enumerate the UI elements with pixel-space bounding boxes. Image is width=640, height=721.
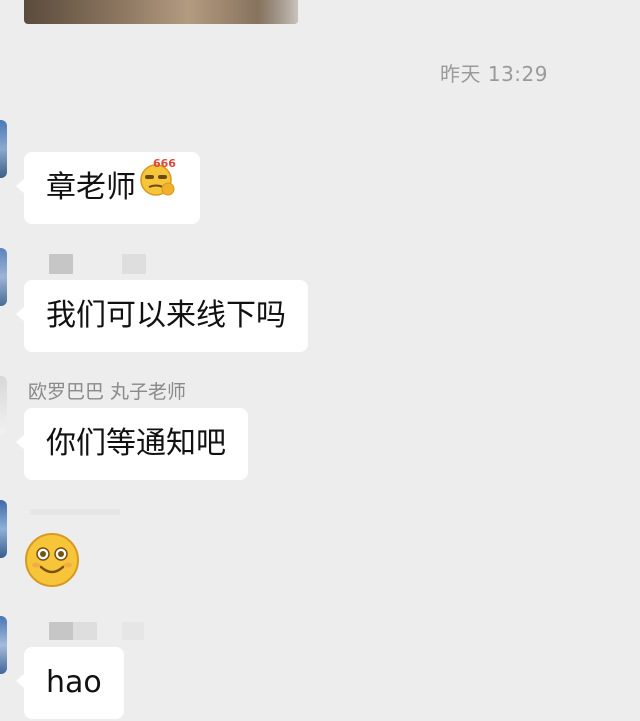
sender-avatar[interactable] bbox=[0, 500, 7, 558]
message-text: 我们可以来线下吗 bbox=[46, 298, 286, 333]
redacted-sender-name bbox=[30, 509, 120, 515]
redacted-sender-name bbox=[49, 254, 73, 274]
image-edge-shade bbox=[258, 0, 298, 24]
666-thinking-emoji-icon: 666 bbox=[138, 153, 178, 225]
sender-name: 欧罗巴巴 丸子老师 bbox=[28, 381, 187, 403]
message-bubble[interactable]: 你们等通知吧 bbox=[16, 408, 248, 480]
smiling-face-emoji-icon[interactable] bbox=[24, 532, 80, 588]
sender-avatar[interactable] bbox=[0, 376, 7, 434]
shared-image-thumbnail[interactable] bbox=[24, 0, 298, 24]
message-timestamp: 昨天 13:29 bbox=[440, 62, 548, 86]
redacted-sender-name bbox=[73, 622, 97, 640]
sender-avatar[interactable] bbox=[0, 616, 7, 674]
redacted-sender-name bbox=[49, 622, 73, 640]
message-text: 你们等通知吧 bbox=[46, 426, 226, 461]
redacted-sender-name bbox=[122, 622, 144, 640]
sender-avatar[interactable] bbox=[0, 248, 7, 306]
message-bubble[interactable]: 章老师 666 bbox=[16, 152, 200, 225]
message-text: 章老师 bbox=[46, 170, 136, 205]
svg-text:666: 666 bbox=[153, 157, 176, 170]
message-bubble[interactable]: hao bbox=[16, 647, 124, 719]
sender-avatar[interactable] bbox=[0, 120, 7, 178]
message-bubble[interactable]: 我们可以来线下吗 bbox=[16, 280, 308, 352]
redacted-sender-name bbox=[122, 254, 146, 274]
message-text: hao bbox=[46, 665, 102, 700]
